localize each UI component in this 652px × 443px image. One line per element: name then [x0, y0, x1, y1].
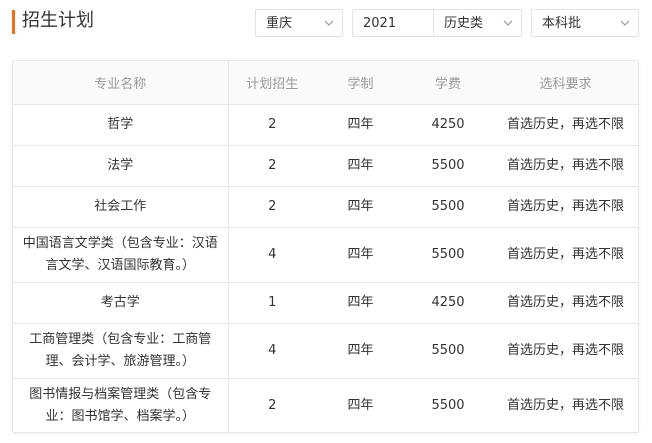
plan-cell: 2	[228, 104, 316, 146]
batch-select[interactable]: 本科批	[531, 9, 639, 37]
batch-select-value: 本科批	[542, 16, 582, 31]
header-major: 专业名称	[13, 61, 229, 105]
table-row: 中国语言文学类（包含专业：汉语言文学、汉语国际教育。） 4 四年 5500 首选…	[13, 227, 638, 283]
requirement-cell: 首选历史，再选不限	[491, 282, 638, 324]
duration-cell: 四年	[316, 227, 405, 283]
header-fee: 学费	[405, 61, 491, 105]
header-requirement: 选科要求	[491, 61, 638, 105]
table-row: 考古学 1 四年 4250 首选历史，再选不限	[13, 282, 638, 324]
requirement-cell: 首选历史，再选不限	[491, 323, 638, 379]
major-cell: 考古学	[13, 282, 229, 324]
province-select-value: 重庆	[266, 16, 293, 31]
plan-cell: 1	[228, 282, 316, 324]
filter-bar: 重庆 2021 历史类 本科批	[255, 9, 640, 39]
header-duration: 学制	[316, 61, 405, 105]
duration-cell: 四年	[316, 323, 405, 379]
major-cell: 社会工作	[13, 186, 229, 228]
table-row: 图书情报与档案管理类（包含专业：图书馆学、档案学。） 2 四年 5500 首选历…	[13, 378, 638, 432]
fee-cell: 4250	[405, 282, 491, 324]
chevron-down-icon	[503, 20, 513, 26]
requirement-cell: 首选历史，再选不限	[506, 398, 624, 414]
duration-cell: 四年	[347, 398, 374, 414]
plan-cell: 2	[228, 145, 316, 187]
duration-cell: 四年	[316, 104, 405, 146]
plan-cell: 4	[228, 323, 316, 379]
major-cell: 中国语言文学类（包含专业：汉语言文学、汉语国际教育。）	[13, 227, 229, 283]
table-row: 哲学 2 四年 4250 首选历史，再选不限	[13, 104, 638, 146]
fee-cell: 5500	[431, 398, 465, 414]
table-row: 社会工作 2 四年 5500 首选历史，再选不限	[13, 186, 638, 228]
page-title: 招生计划	[22, 10, 94, 31]
subject-select-value: 历史类	[444, 16, 484, 31]
duration-cell: 四年	[316, 145, 405, 187]
major-cell: 哲学	[13, 104, 229, 146]
requirement-cell: 首选历史，再选不限	[491, 104, 638, 146]
major-cell: 法学	[13, 145, 229, 187]
plan-cell: 4	[228, 227, 316, 283]
fee-cell: 5500	[405, 145, 491, 187]
fee-cell: 5500	[405, 186, 491, 228]
admission-plan-table: 专业名称 计划招生 学制 学费 选科要求 哲学 2 四年 4250 首选历史，再…	[12, 60, 639, 433]
header-plan: 计划招生	[228, 61, 316, 105]
subject-select[interactable]: 历史类	[433, 9, 522, 37]
plan-cell: 2	[268, 398, 277, 414]
major-cell: 图书情报与档案管理类（包含专业：图书馆学、档案学。）	[13, 378, 229, 432]
title-accent-bar	[12, 10, 15, 34]
duration-cell: 四年	[316, 186, 405, 228]
plan-cell: 2	[228, 186, 316, 228]
duration-cell: 四年	[316, 282, 405, 324]
major-cell: 工商管理类（包含专业：工商管理、会计学、旅游管理。）	[13, 323, 229, 379]
province-select[interactable]: 重庆	[255, 9, 343, 37]
table-row: 工商管理类（包含专业：工商管理、会计学、旅游管理。） 4 四年 5500 首选历…	[13, 323, 638, 379]
chevron-down-icon	[324, 20, 334, 26]
fee-cell: 5500	[405, 227, 491, 283]
fee-cell: 5500	[405, 323, 491, 379]
chevron-down-icon	[620, 20, 630, 26]
table-header-row: 专业名称 计划招生 学制 学费 选科要求	[13, 61, 638, 105]
requirement-cell: 首选历史，再选不限	[491, 186, 638, 228]
fee-cell: 4250	[405, 104, 491, 146]
table-row: 法学 2 四年 5500 首选历史，再选不限	[13, 145, 638, 187]
requirement-cell: 首选历史，再选不限	[491, 227, 638, 283]
year-select-value: 2021	[363, 16, 397, 31]
requirement-cell: 首选历史，再选不限	[491, 145, 638, 187]
